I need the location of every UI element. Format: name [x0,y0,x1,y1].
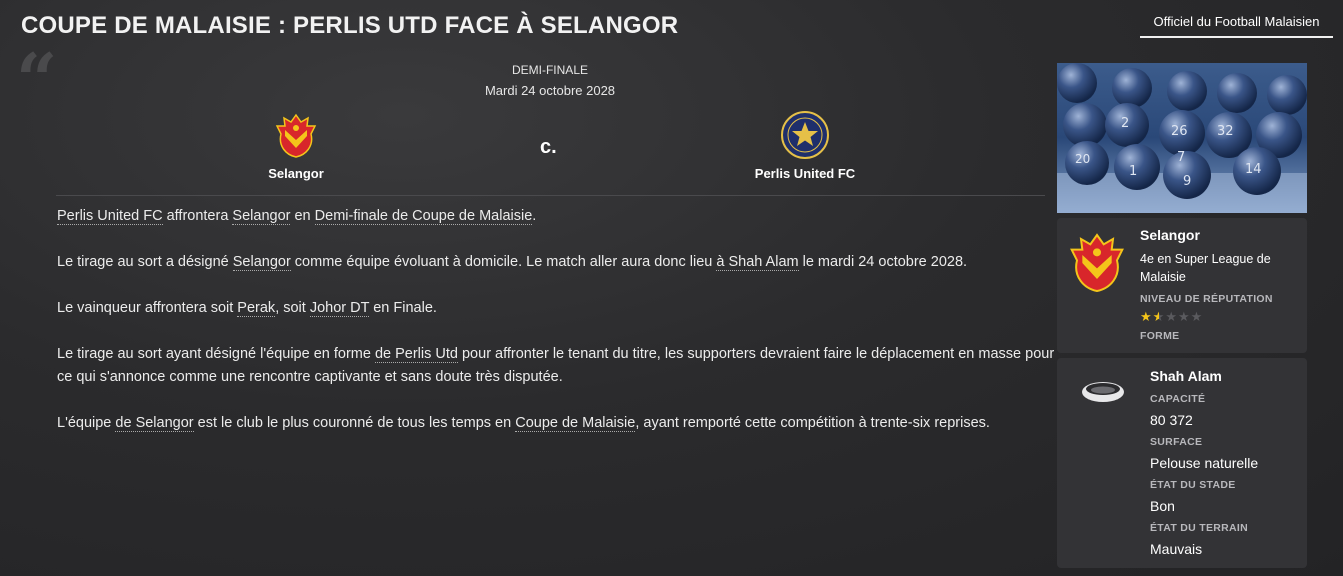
star-empty-icon: ★ [1190,309,1204,324]
form-label: FORME [1140,330,1180,342]
club-league-position: 4e en Super League de [1140,252,1271,266]
club-league-name: Malaisie [1140,270,1186,284]
pitch-state-value: Mauvais [1150,541,1203,557]
link-perlis-united[interactable]: Perlis United FC [57,208,163,225]
news-article: Perlis United FC affrontera Selangor en … [57,205,1057,458]
star-half-icon: ★ [1152,309,1166,324]
star-empty-icon: ★ [1165,309,1178,324]
reputation-label: NIVEAU DE RÉPUTATION [1140,293,1273,305]
link-perlis-utd[interactable]: de Perlis Utd [374,346,458,363]
match-date: Mardi 24 octobre 2028 [484,83,616,98]
link-selangor[interactable]: Selangor [232,254,291,271]
home-team-name[interactable]: Selangor [236,166,356,181]
capacity-label: CAPACITÉ [1150,393,1206,405]
article-paragraph: Perlis United FC affrontera Selangor en … [57,208,537,225]
page-title: COUPE DE MALAISIE : PERLIS UTD FACE À SE… [21,12,679,39]
away-team[interactable]: Perlis United FC [744,110,866,181]
link-selangor[interactable]: de Selangor [115,415,194,432]
svg-text:9: 9 [1183,174,1191,189]
svg-text:14: 14 [1245,162,1262,177]
selangor-crest-icon [275,113,317,158]
pitch-state-label: ÉTAT DU TERRAIN [1150,522,1249,534]
link-perak[interactable]: Perak [237,300,276,317]
stadium-info-card[interactable]: Shah Alam CAPACITÉ 80 372 SURFACE Pelous… [1057,358,1307,568]
article-paragraph: Le tirage au sort ayant désigné l'équipe… [57,346,1055,385]
draw-balls-illustration: 2 26 32 7 20 14 1 9 [1057,63,1307,213]
divider [56,195,1045,196]
away-team-name[interactable]: Perlis United FC [744,166,866,181]
star-filled-icon: ★ [1140,309,1153,324]
svg-text:26: 26 [1171,124,1188,139]
selangor-crest-icon [1070,233,1124,293]
surface-value: Pelouse naturelle [1150,455,1259,471]
svg-text:1: 1 [1129,164,1137,179]
link-competition[interactable]: Demi-finale de Coupe de Malaisie [314,208,533,225]
perlis-crest-icon [781,111,829,159]
stadium-icon [1082,382,1124,402]
quote-mark-icon: “ [16,37,58,122]
stadium-state-label: ÉTAT DU STADE [1150,479,1236,491]
draw-balls-image: 2 26 32 7 20 14 1 9 [1057,63,1307,213]
club-info-card[interactable]: Selangor 4e en Super League de Malaisie … [1057,218,1307,353]
svg-text:32: 32 [1217,124,1234,139]
reputation-stars: ★★★★★ [1140,309,1203,325]
svg-text:2: 2 [1121,116,1129,131]
home-team[interactable]: Selangor [236,112,356,181]
link-selangor[interactable]: Selangor [232,208,291,225]
link-johor-dt[interactable]: Johor DT [309,300,370,317]
tab-official-football[interactable]: Officiel du Football Malaisien [1140,6,1333,38]
article-paragraph: Le vainqueur affrontera soit Perak, soit… [57,300,437,317]
club-name[interactable]: Selangor [1140,227,1200,243]
surface-label: SURFACE [1150,436,1203,448]
article-paragraph: Le tirage au sort a désigné Selangor com… [57,254,968,271]
capacity-value: 80 372 [1150,412,1193,428]
stadium-state-value: Bon [1150,498,1175,514]
link-shah-alam[interactable]: à Shah Alam [716,254,799,271]
svg-text:7: 7 [1177,150,1185,165]
star-empty-icon: ★ [1177,309,1191,324]
article-paragraph: L'équipe de Selangor est le club le plus… [57,415,990,432]
stadium-name[interactable]: Shah Alam [1150,368,1222,384]
svg-text:20: 20 [1075,152,1090,166]
link-coupe-malaisie[interactable]: Coupe de Malaisie [515,415,636,432]
versus-label: c. [540,136,557,158]
match-stage: DEMI-FINALE [511,63,588,77]
